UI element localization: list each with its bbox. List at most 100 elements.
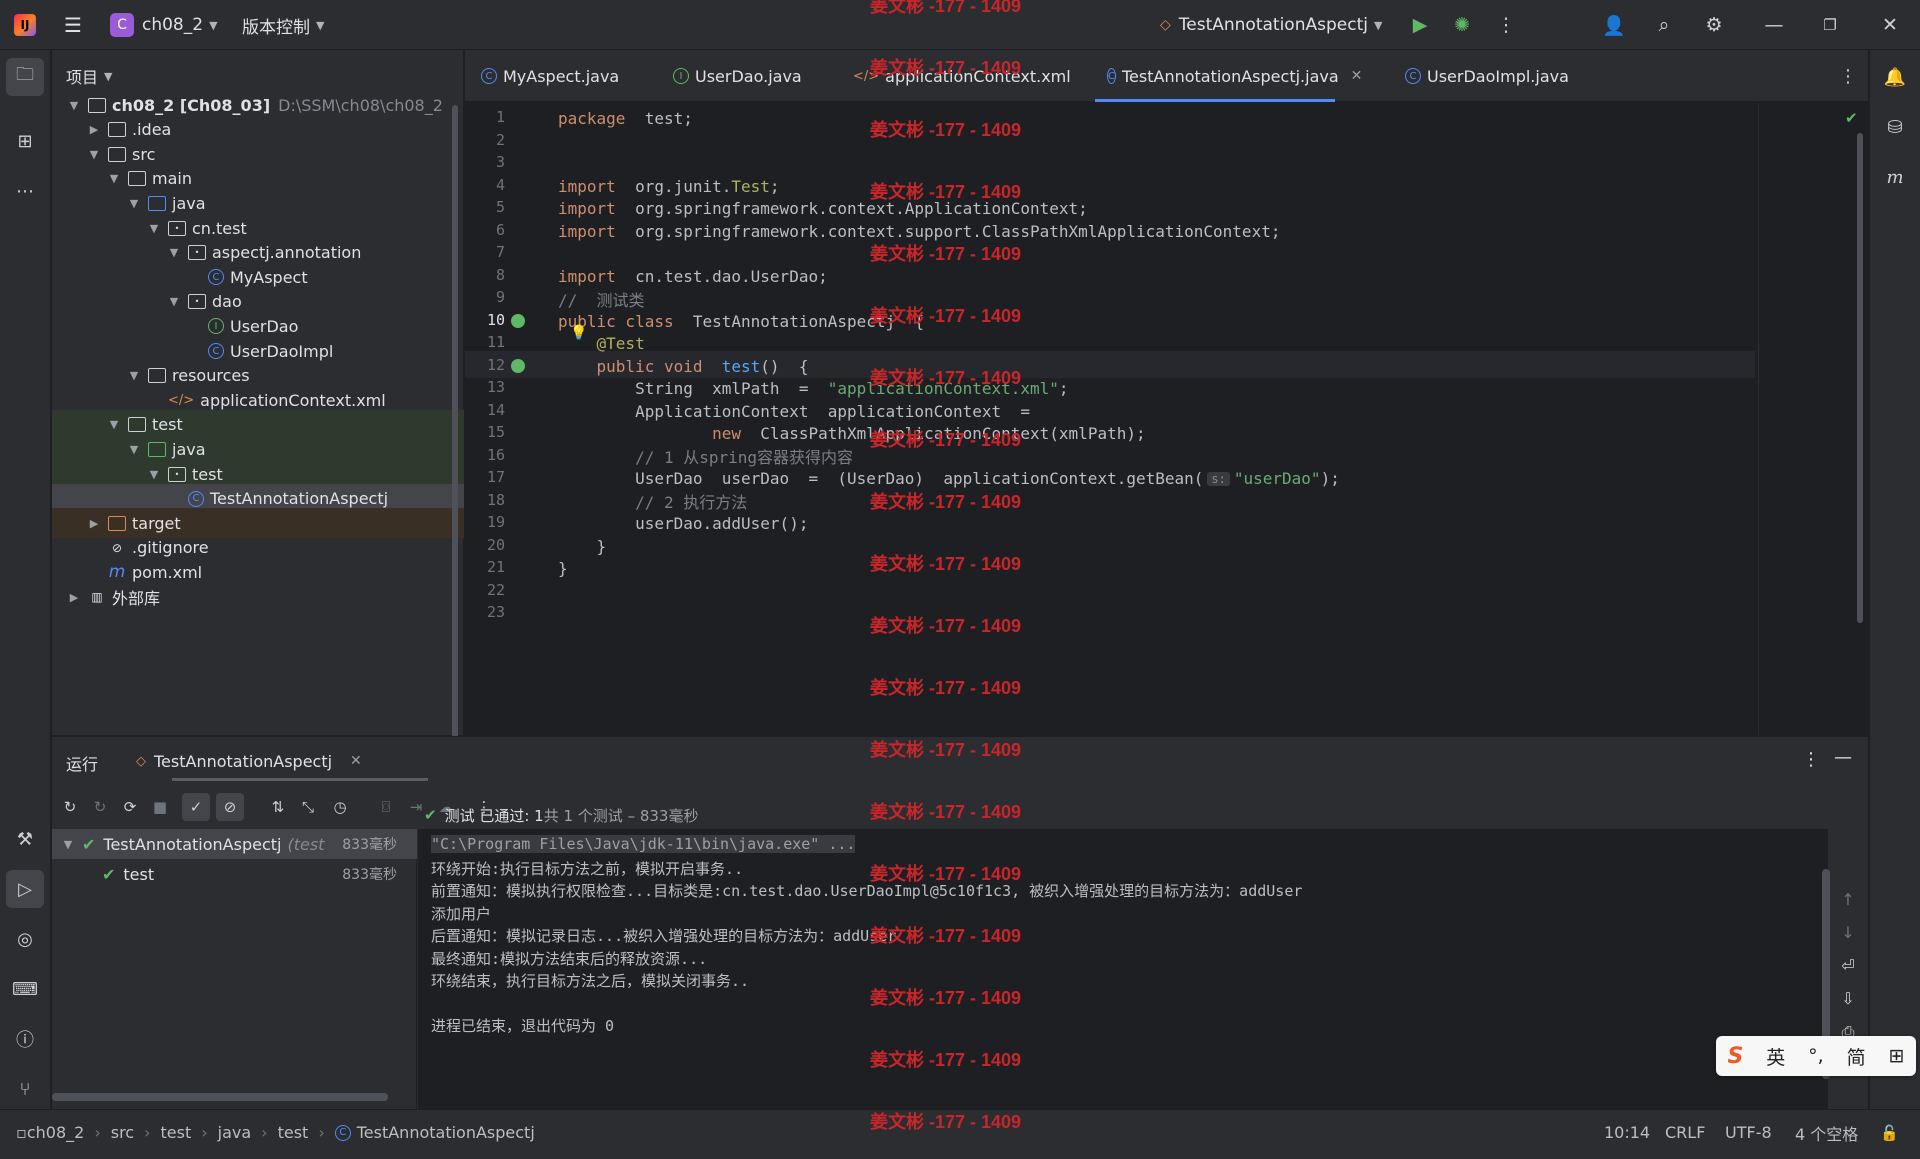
chevron-down-icon[interactable]: ▼ <box>126 197 142 210</box>
breadcrumb-item[interactable]: test <box>278 1123 309 1142</box>
soft-wrap-icon[interactable]: ⏎ <box>1836 949 1860 982</box>
problems-tool-icon[interactable]: ⓘ <box>6 1020 44 1058</box>
close-tab-icon[interactable]: ✕ <box>1351 68 1363 84</box>
tab-userdao[interactable]: I UserDao.java <box>673 50 802 102</box>
test-suite-row[interactable]: ▼ ✔ TestAnnotationAspectj (test 833毫秒 <box>52 829 417 859</box>
close-run-tab-icon[interactable]: ✕ <box>350 753 362 769</box>
tree-item-path: D:\SSM\ch08\ch08_2 <box>278 95 443 115</box>
project-selector[interactable]: C ch08_2 ▼ <box>110 0 218 50</box>
ide-logo[interactable]: IJ <box>14 0 36 50</box>
chevron-right-icon[interactable]: ▶ <box>66 591 82 604</box>
project-scrollbar[interactable] <box>452 105 458 745</box>
tab-testannotationaspectj[interactable]: C TestAnnotationAspectj.java ✕ <box>1095 50 1362 102</box>
code-editor[interactable]: 1 2 3 4 5 6 7 8 9 10 11 12 13 14 15 16 17 18 19 20 21 22 23 pa… <box>465 103 1868 735</box>
breadcrumb-item[interactable]: src <box>111 1123 134 1142</box>
show-passed-icon[interactable]: ✓ <box>182 793 210 821</box>
database-icon[interactable]: ⛁ <box>1876 108 1914 146</box>
chevron-down-icon[interactable]: ▼ <box>126 369 142 382</box>
tree-item-label: applicationContext.xml <box>200 390 386 410</box>
toggle-autotest-icon[interactable]: ⟳ <box>116 793 144 821</box>
editor-gutter: 1 2 3 4 5 6 7 8 9 10 11 12 13 14 15 16 17 18 19 20 21 22 23 <box>465 103 555 735</box>
breadcrumb-item[interactable]: TestAnnotationAspectj <box>357 1123 535 1142</box>
breadcrumb-item[interactable]: test <box>161 1123 192 1142</box>
run-test-gutter-icon[interactable] <box>511 313 525 328</box>
structure-tool-icon[interactable]: ⊞ <box>6 122 44 160</box>
tab-userdaoimpl[interactable]: C UserDaoImpl.java <box>1405 50 1569 102</box>
terminal-tool-icon[interactable]: ⌨ <box>6 970 44 1008</box>
rerun-icon[interactable]: ↻ <box>56 793 84 821</box>
more-actions-icon[interactable]: ⋮ <box>1484 0 1528 50</box>
chevron-down-icon[interactable]: ▼ <box>146 222 162 235</box>
hide-panel-icon[interactable]: — <box>1834 747 1852 768</box>
scroll-down-icon[interactable]: ↓ <box>1836 916 1860 949</box>
account-icon[interactable]: 👤 <box>1592 0 1636 50</box>
stop-icon[interactable]: ■ <box>146 793 174 821</box>
close-icon[interactable]: ✕ <box>1868 0 1912 50</box>
indent-setting[interactable]: 4 个空格 <box>1795 1110 1858 1155</box>
run-tab[interactable]: ◇ TestAnnotationAspectj ✕ <box>112 737 428 785</box>
snapshot-icon[interactable]: ⌼ <box>372 793 400 821</box>
chevron-down-icon[interactable]: ▼ <box>86 148 102 161</box>
run-tool-icon[interactable]: ▷ <box>6 870 44 908</box>
scroll-up-icon[interactable]: ↑ <box>1836 883 1860 916</box>
code-line[interactable]: } <box>558 555 568 582</box>
build-tool-icon[interactable]: ⚒ <box>6 820 44 858</box>
ime-lang[interactable]: 英 <box>1766 1043 1785 1070</box>
ime-script[interactable]: 简 <box>1847 1043 1866 1070</box>
chevron-down-icon[interactable]: ▼ <box>166 246 182 259</box>
history-icon[interactable]: ◷ <box>326 793 354 821</box>
run-icon[interactable]: ▶ <box>1398 0 1442 50</box>
settings-icon[interactable]: ⚙ <box>1692 0 1736 50</box>
chevron-down-icon[interactable]: ▼ <box>126 443 142 456</box>
show-ignored-icon[interactable]: ⊘ <box>216 793 244 821</box>
readonly-lock-icon[interactable]: 🔓 <box>1880 1110 1899 1155</box>
tab-myaspect[interactable]: C MyAspect.java <box>481 50 619 102</box>
services-tool-icon[interactable]: ◎ <box>6 920 44 958</box>
ime-toolbar[interactable]: S 英 °, 简 ⊞ <box>1716 1036 1916 1076</box>
run-options-icon[interactable]: ⋮ <box>1802 749 1820 770</box>
lightbulb-icon[interactable]: 💡 <box>570 325 587 341</box>
search-icon[interactable]: ⌕ <box>1642 0 1686 50</box>
caret-position[interactable]: 10:14 <box>1604 1110 1650 1155</box>
run-test-gutter-icon[interactable] <box>511 358 525 373</box>
sort-icon[interactable]: ⇅ <box>264 793 292 821</box>
breadcrumb-item[interactable]: java <box>218 1123 252 1142</box>
code-line[interactable]: package test; <box>558 105 693 132</box>
file-encoding[interactable]: UTF-8 <box>1725 1110 1772 1155</box>
no-problems-check-icon[interactable]: ✔ <box>1845 109 1858 127</box>
chevron-down-icon[interactable]: ▼ <box>66 99 82 112</box>
chevron-down-icon[interactable]: ▼ <box>166 295 182 308</box>
chevron-down-icon[interactable]: ▼ <box>146 468 162 481</box>
test-case-row[interactable]: ✔ test 833毫秒 <box>52 859 417 889</box>
restore-icon[interactable]: ❐ <box>1808 0 1852 50</box>
ime-grid-icon[interactable]: ⊞ <box>1889 1045 1905 1067</box>
maven-icon[interactable]: m <box>1876 158 1914 196</box>
tab-options-icon[interactable]: ⋮ <box>1839 50 1857 102</box>
debug-icon[interactable]: ✺ <box>1440 0 1484 50</box>
vcs-menu[interactable]: 版本控制 ▼ <box>242 0 324 50</box>
console-output[interactable]: "C:\Program Files\Java\jdk-11\bin\java.e… <box>418 829 1830 1110</box>
more-tools-icon[interactable]: ⋯ <box>6 172 44 210</box>
rerun-failed-icon[interactable]: ↻ <box>86 793 114 821</box>
scroll-to-end-icon[interactable]: ⇩ <box>1836 982 1860 1015</box>
notifications-icon[interactable]: 🔔 <box>1876 58 1914 96</box>
tab-label: UserDaoImpl.java <box>1427 66 1569 86</box>
chevron-down-icon[interactable]: ▼ <box>106 418 122 431</box>
code-token: ); <box>1320 469 1340 488</box>
chevron-right-icon[interactable]: ▶ <box>86 517 102 530</box>
minimize-icon[interactable]: — <box>1752 0 1796 50</box>
tree-hscrollbar[interactable] <box>52 1093 388 1101</box>
tree-item[interactable]: ▶ ▥ 外部库 <box>52 582 464 612</box>
line-separator[interactable]: CRLF <box>1665 1110 1705 1155</box>
main-menu-icon[interactable]: ☰ <box>58 0 88 50</box>
git-tool-icon[interactable]: ⑂ <box>6 1070 44 1108</box>
editor-scrollbar[interactable] <box>1857 133 1863 623</box>
ime-punct-icon[interactable]: °, <box>1808 1045 1824 1067</box>
run-config-selector[interactable]: ◇ TestAnnotationAspectj ▼ <box>1160 0 1382 50</box>
project-tool-icon[interactable]: 🗀 <box>6 58 44 96</box>
breadcrumb-item[interactable]: ch08_2 <box>27 1123 84 1142</box>
chevron-down-icon[interactable]: ▼ <box>106 172 122 185</box>
chevron-right-icon[interactable]: ▶ <box>86 123 102 136</box>
test-status-prefix: 测试 已通过: 1 <box>444 806 544 825</box>
collapse-icon[interactable]: ⤡ <box>294 793 322 821</box>
